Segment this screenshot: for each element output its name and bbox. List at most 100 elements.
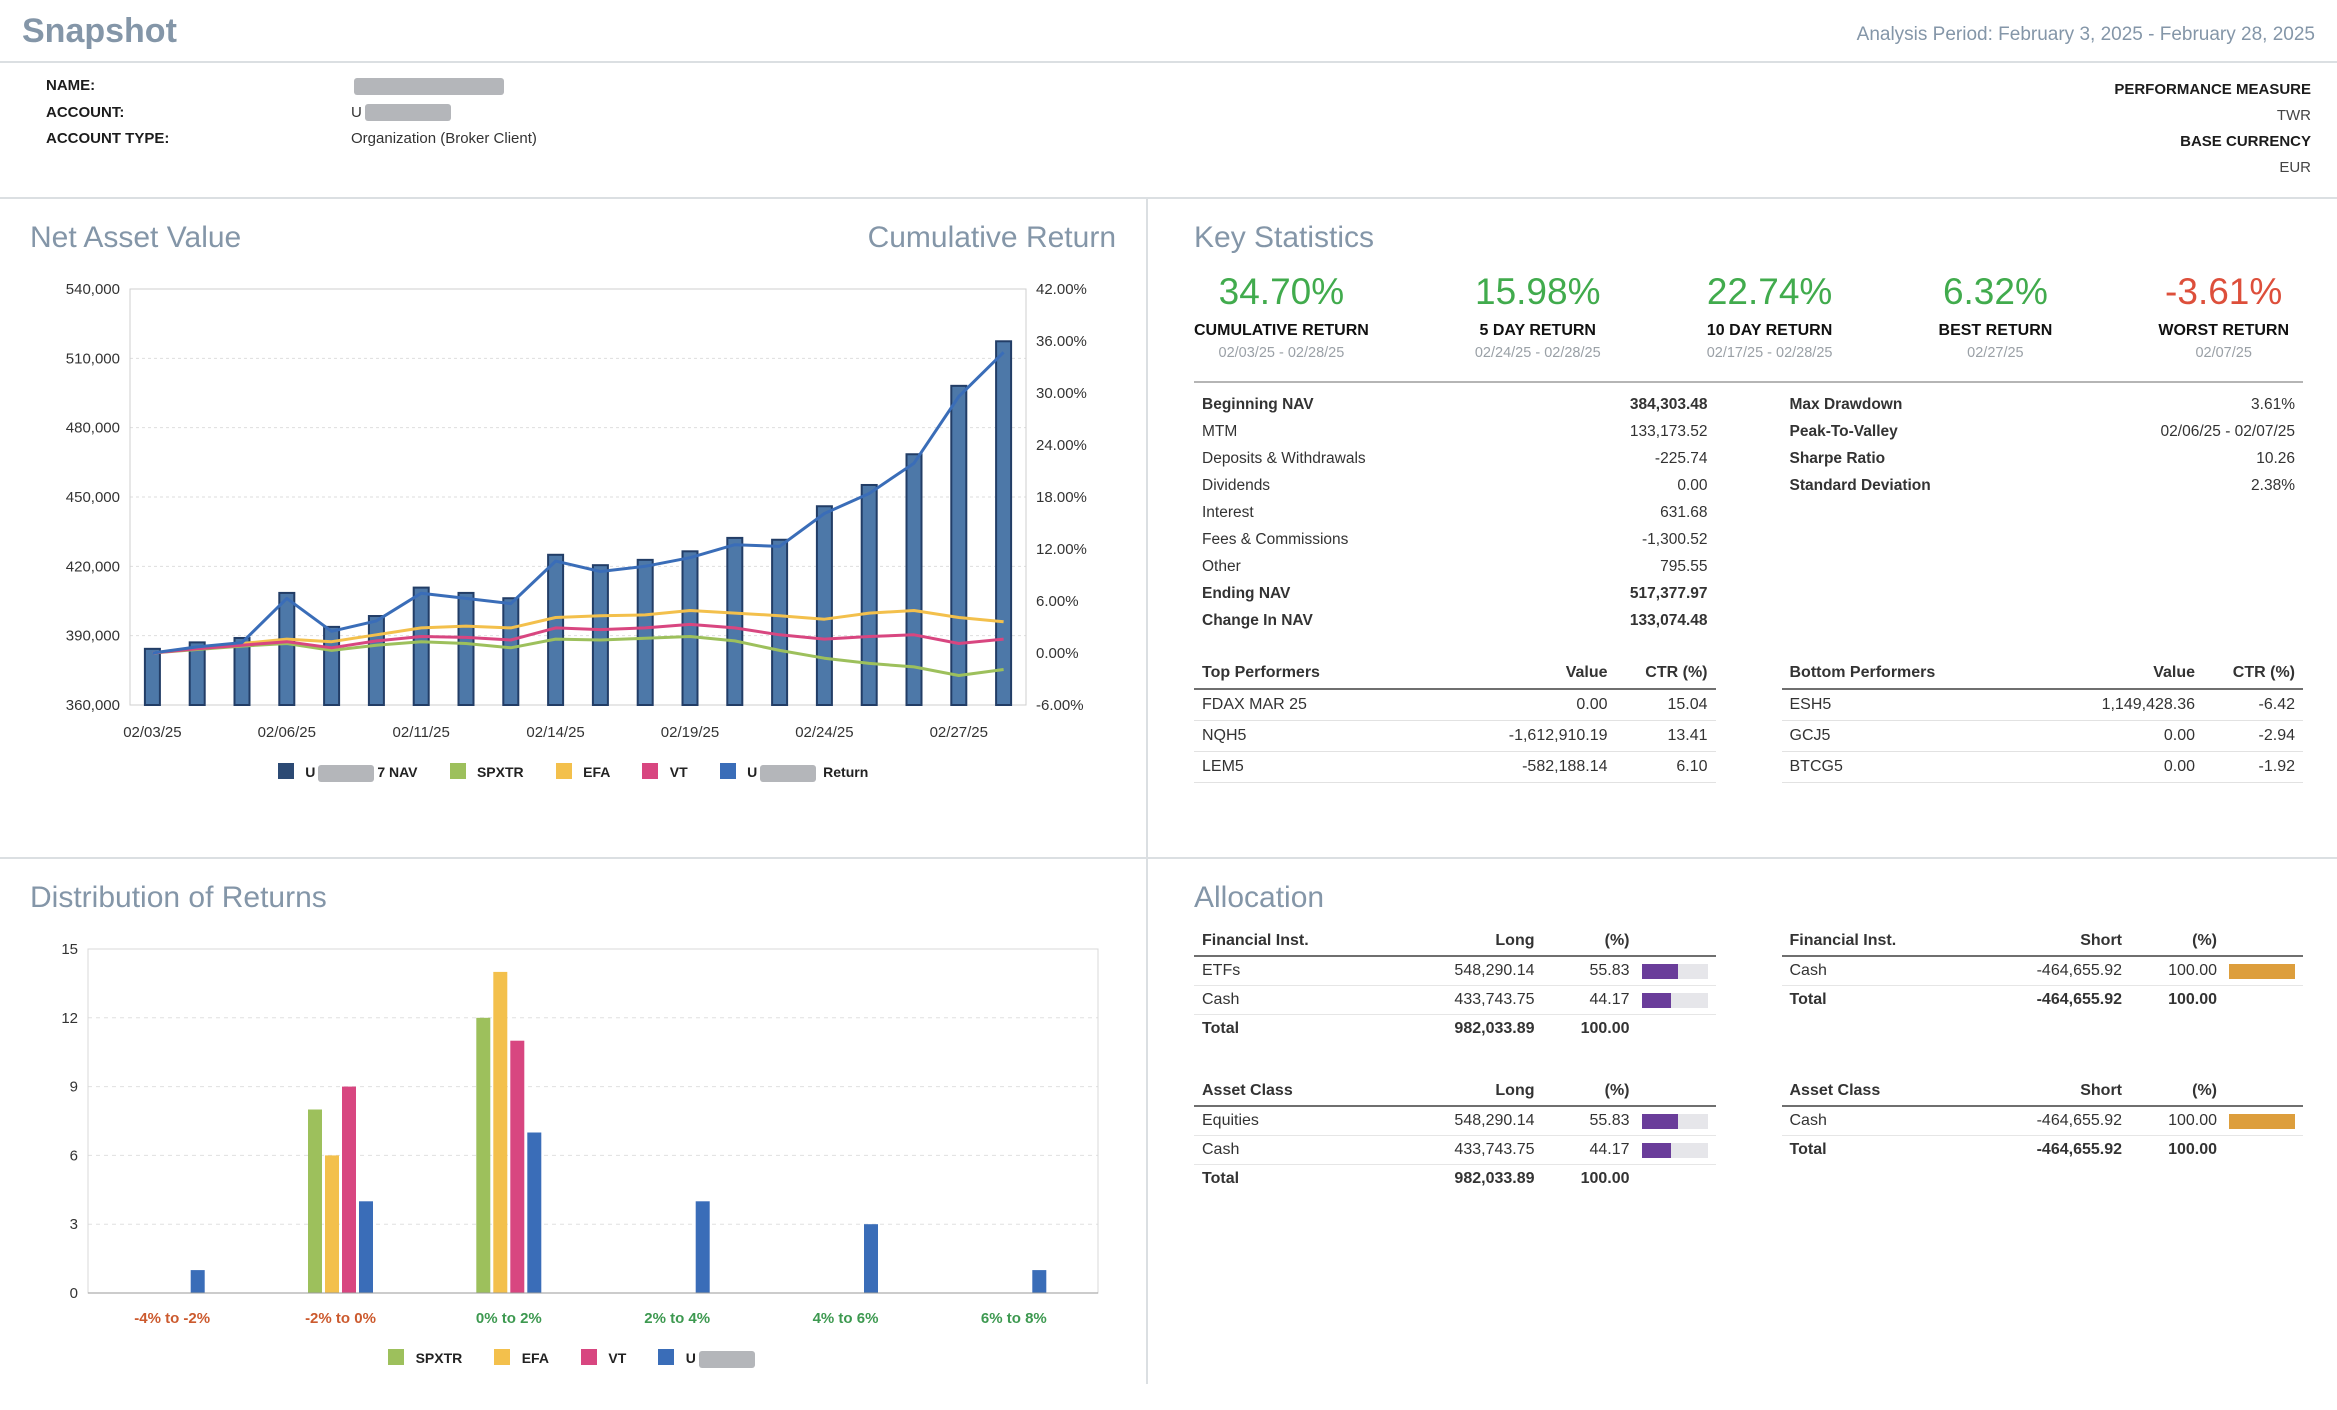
instrument-value: 0.00 — [1576, 696, 1608, 713]
allocation-category: Cash — [1202, 1141, 1240, 1158]
legend-item: SPXTR — [449, 763, 524, 782]
distribution-chart: 0 3 6 9 12 15 -4% to -2% -2% to 0% 0% to 2% 2% to… — [61, 941, 1099, 1327]
svg-text:18.00%: 18.00% — [1036, 489, 1087, 506]
allocation-value: 548,290.14 — [1454, 1112, 1535, 1129]
section-title-distribution: Distribution of Returns — [30, 881, 327, 914]
stat-value: 34.70% — [1218, 271, 1345, 312]
nav-chart-legend: U7 NAV SPXTR EFA VT U Return — [30, 763, 1116, 782]
stat-value: 15.98% — [1475, 271, 1601, 312]
stat-name: Dividends — [1202, 476, 1271, 494]
allocation-value: 433,743.75 — [1454, 1141, 1535, 1158]
allocation-category: Cash — [1789, 962, 1827, 979]
redacted-text — [318, 764, 375, 782]
stat-name: Sharpe Ratio — [1789, 449, 1886, 467]
stat-amount: 10.26 — [2256, 449, 2295, 467]
instrument-name: ESH5 — [1789, 696, 1832, 713]
account-info-right: PERFORMANCE MEASURE TWR BASE CURRENCY EU… — [2114, 77, 2311, 181]
stat-amount: 3.61% — [2251, 395, 2295, 413]
stat-amount: -1,300.52 — [1642, 530, 1708, 548]
column-header: Long — [1495, 932, 1535, 949]
svg-text:02/03/25: 02/03/25 — [123, 724, 181, 741]
svg-text:36.00%: 36.00% — [1036, 333, 1087, 350]
allocation-percent: 44.17 — [1589, 1141, 1630, 1158]
total-label: Total — [1789, 1141, 1827, 1158]
allocation-percent: 100.00 — [2168, 962, 2217, 979]
total-value: -464,655.92 — [2036, 991, 2122, 1008]
allocation-percent: 55.83 — [1589, 1112, 1630, 1129]
key-stats-highlights: 34.70% CUMULATIVE RETURN 02/03/25 - 02/2… — [1194, 271, 2289, 361]
table-row: Cash 433,743.75 44.17 — [1194, 1136, 1716, 1165]
legend-swatch — [719, 763, 736, 779]
dashboard-grid: Net Asset Value Cumulative Return 360,00… — [0, 199, 2337, 1384]
redacted-text — [760, 764, 817, 782]
svg-text:6: 6 — [70, 1147, 78, 1164]
table-row: Dividends 0.00 — [1194, 472, 1716, 499]
table-row: Beginning NAV 384,303.48 — [1194, 391, 1716, 418]
table-row: FDAX MAR 25 0.00 15.04 — [1194, 690, 1716, 721]
distribution-chart-legend: SPXTR EFA VT U — [30, 1349, 1116, 1368]
analysis-period: Analysis Period: February 3, 2025 - Febr… — [1856, 24, 2315, 45]
table-header-row: Asset Class Long (%) — [1194, 1077, 1716, 1107]
table-total-row: Total 982,033.89 100.00 — [1194, 1165, 1716, 1193]
stat-name: Interest — [1202, 503, 1254, 521]
instrument-value: -1,612,910.19 — [1508, 727, 1608, 744]
svg-text:9: 9 — [70, 1079, 78, 1096]
table-header-row: Bottom Performers Value CTR (%) — [1781, 658, 2303, 690]
distribution-panel: Distribution of Returns 0 3 6 9 12 15 -4% to -… — [0, 859, 1148, 1384]
allocation-percent-bar — [2229, 1113, 2295, 1129]
nav-details: Beginning NAV 384,303.48 MTM 133,173.52 … — [1194, 391, 1716, 634]
total-percent: 100.00 — [2168, 991, 2217, 1008]
column-header: Asset Class — [1202, 1082, 1293, 1099]
name-label: NAME: — [46, 77, 96, 94]
table-row: GCJ5 0.00 -2.94 — [1781, 721, 2303, 752]
key-stats-details: Beginning NAV 384,303.48 MTM 133,173.52 … — [1194, 381, 2303, 634]
total-value: 982,033.89 — [1454, 1020, 1535, 1037]
column-header: CTR (%) — [1645, 664, 1708, 681]
stat-value: 6.32% — [1942, 271, 2048, 312]
svg-text:540,000: 540,000 — [66, 281, 120, 298]
allocation-category: ETFs — [1202, 962, 1241, 979]
account-label: ACCOUNT: — [46, 103, 125, 121]
redacted-account-id — [364, 104, 451, 122]
allocation-panel: Allocation Financial Inst. Long (%) ETFs… — [1148, 859, 2337, 1384]
stat-label: WORST RETURN — [2158, 322, 2289, 339]
stat-name: Other — [1202, 557, 1241, 575]
stat-amount: 02/06/25 - 02/07/25 — [2160, 422, 2295, 440]
table-row: Sharpe Ratio 10.26 — [1782, 445, 2304, 472]
nav-panel-titles: Net Asset Value Cumulative Return — [30, 215, 1116, 267]
table-row: Fees & Commissions -1,300.52 — [1194, 526, 1716, 553]
column-header: Bottom Performers — [1789, 664, 1936, 681]
bar-spacer — [1642, 1172, 1708, 1187]
stat-amount: 133,074.48 — [1629, 611, 1708, 629]
total-label: Total — [1789, 991, 1827, 1008]
instrument-name: BTCG5 — [1789, 758, 1843, 775]
instrument-name: LEM5 — [1202, 758, 1244, 775]
performers-section: Top Performers Value CTR (%) FDAX MAR 25… — [1194, 658, 2303, 783]
stat-highlight: 34.70% CUMULATIVE RETURN 02/03/25 - 02/2… — [1194, 271, 1369, 361]
stat-name: Standard Deviation — [1789, 476, 1931, 494]
allocation-category: Cash — [1202, 991, 1240, 1008]
svg-text:02/19/25: 02/19/25 — [661, 724, 719, 741]
table-row: ESH5 1,149,428.36 -6.42 — [1781, 690, 2303, 721]
svg-text:420,000: 420,000 — [66, 558, 120, 575]
legend-swatch — [494, 1349, 511, 1365]
svg-text:02/06/25: 02/06/25 — [258, 724, 316, 741]
stat-period: 02/24/25 - 02/28/25 — [1474, 345, 1601, 361]
svg-text:02/14/25: 02/14/25 — [526, 724, 584, 741]
instrument-value: 0.00 — [2163, 727, 2195, 744]
allocation-category: Equities — [1202, 1112, 1259, 1129]
stat-amount: 0.00 — [1677, 476, 1708, 494]
allocation-value: 548,290.14 — [1454, 962, 1535, 979]
allocation-financial-short-table: Financial Inst. Short (%) Cash -464,655.… — [1781, 927, 2303, 1043]
svg-text:02/11/25: 02/11/25 — [393, 724, 450, 741]
column-header: Financial Inst. — [1789, 932, 1897, 949]
svg-text:-6.00%: -6.00% — [1036, 697, 1084, 714]
stat-name: Beginning NAV — [1202, 395, 1314, 413]
legend-label: U — [686, 1350, 758, 1368]
stat-amount: 631.68 — [1660, 503, 1708, 521]
page-header: Snapshot Analysis Period: February 3, 20… — [0, 0, 2337, 63]
legend-label: U Return — [747, 764, 869, 782]
allocation-percent: 44.17 — [1589, 991, 1630, 1008]
stat-label: BEST RETURN — [1938, 322, 2053, 339]
stat-name: Fees & Commissions — [1202, 530, 1349, 548]
